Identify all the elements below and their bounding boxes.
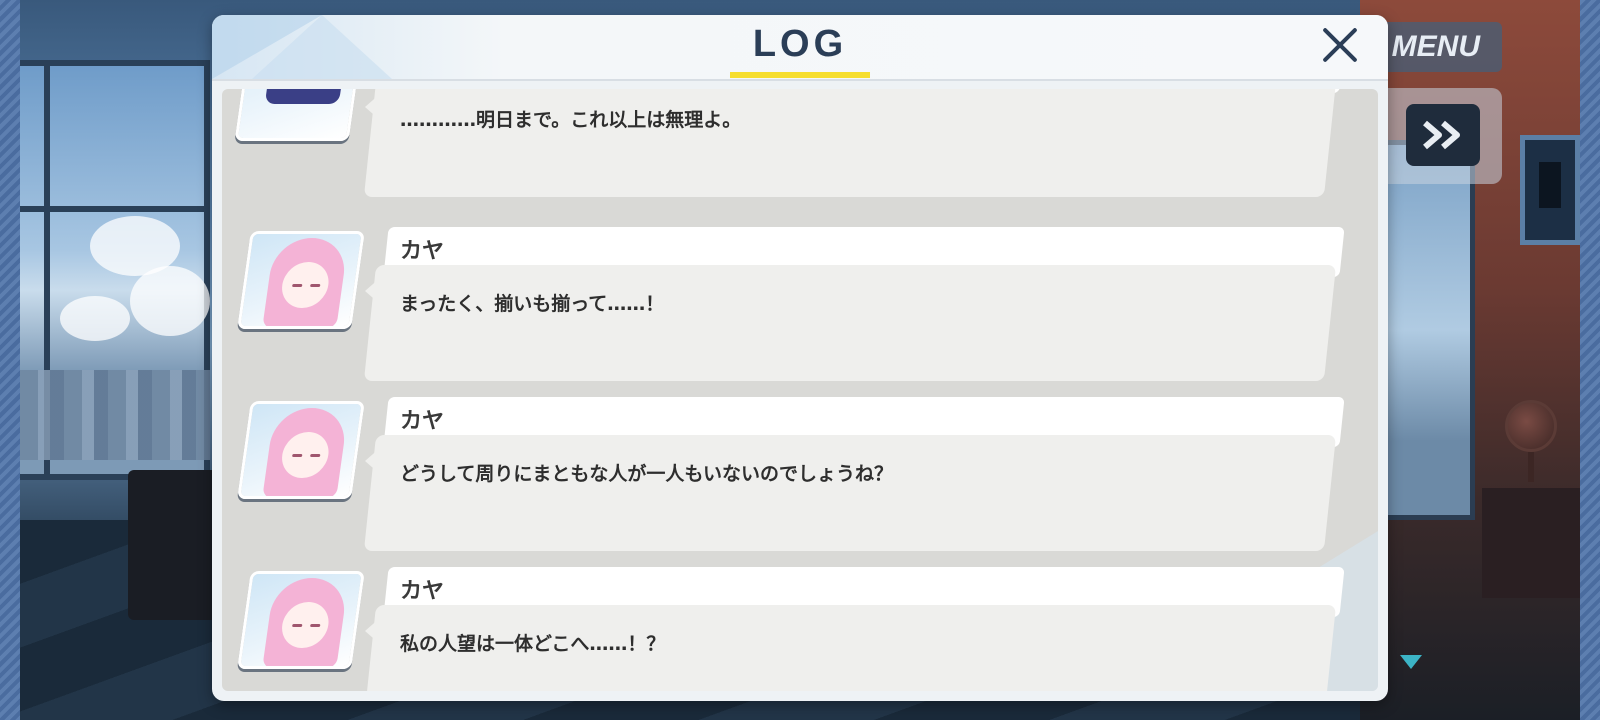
speaker-name: カヤ — [400, 239, 445, 264]
dialogue-text: 私の人望は一体どこへ……！？ — [400, 633, 666, 655]
cabinet — [1482, 488, 1580, 598]
character-portrait — [237, 231, 365, 329]
log-entry: カヤ 私の人望は一体どこへ……！？ — [222, 567, 1378, 691]
title-underline — [730, 72, 870, 78]
log-entry: カヤ まったく、揃いも揃って……！ — [222, 227, 1378, 387]
log-entry: カヤ どうして周りにまともな人が一人もいないのでしょうね？ — [222, 397, 1378, 557]
wall-picture — [1520, 135, 1580, 245]
log-list[interactable]: …………明日まで。これ以上は無理よ。 カヤ まったく、揃いも揃って……！ カヤ — [222, 89, 1378, 691]
log-title: LOG — [752, 23, 848, 65]
dialogue-bubble — [363, 435, 1337, 551]
dialogue-text: どうして周りにまともな人が一人もいないのでしょうね？ — [400, 463, 894, 485]
dialogue-text: …………明日まで。これ以上は無理よ。 — [400, 109, 742, 131]
speaker-name: カヤ — [400, 409, 445, 434]
character-portrait — [237, 571, 365, 669]
globe — [1505, 400, 1557, 452]
fast-forward-button[interactable] — [1406, 104, 1480, 166]
close-icon[interactable] — [1320, 25, 1360, 65]
city-skyline — [20, 370, 210, 460]
log-dialog: LOG …………明日まで。これ以上は無理よ。 カヤ まったく、揃いも揃って……！… — [212, 15, 1388, 701]
dialogue-bubble — [363, 265, 1337, 381]
right-border — [1580, 0, 1600, 720]
office-chair — [128, 470, 218, 620]
fast-forward-icon — [1423, 120, 1460, 150]
left-border — [0, 0, 20, 720]
menu-label: MENU — [1391, 30, 1480, 63]
log-entry: …………明日まで。これ以上は無理よ。 — [222, 89, 1378, 203]
next-arrow-icon[interactable] — [1400, 655, 1422, 669]
dialogue-text: まったく、揃いも揃って……！ — [400, 293, 665, 315]
character-portrait — [237, 401, 365, 499]
log-header: LOG — [212, 15, 1388, 81]
character-portrait — [234, 89, 368, 141]
speaker-name: カヤ — [400, 579, 445, 604]
